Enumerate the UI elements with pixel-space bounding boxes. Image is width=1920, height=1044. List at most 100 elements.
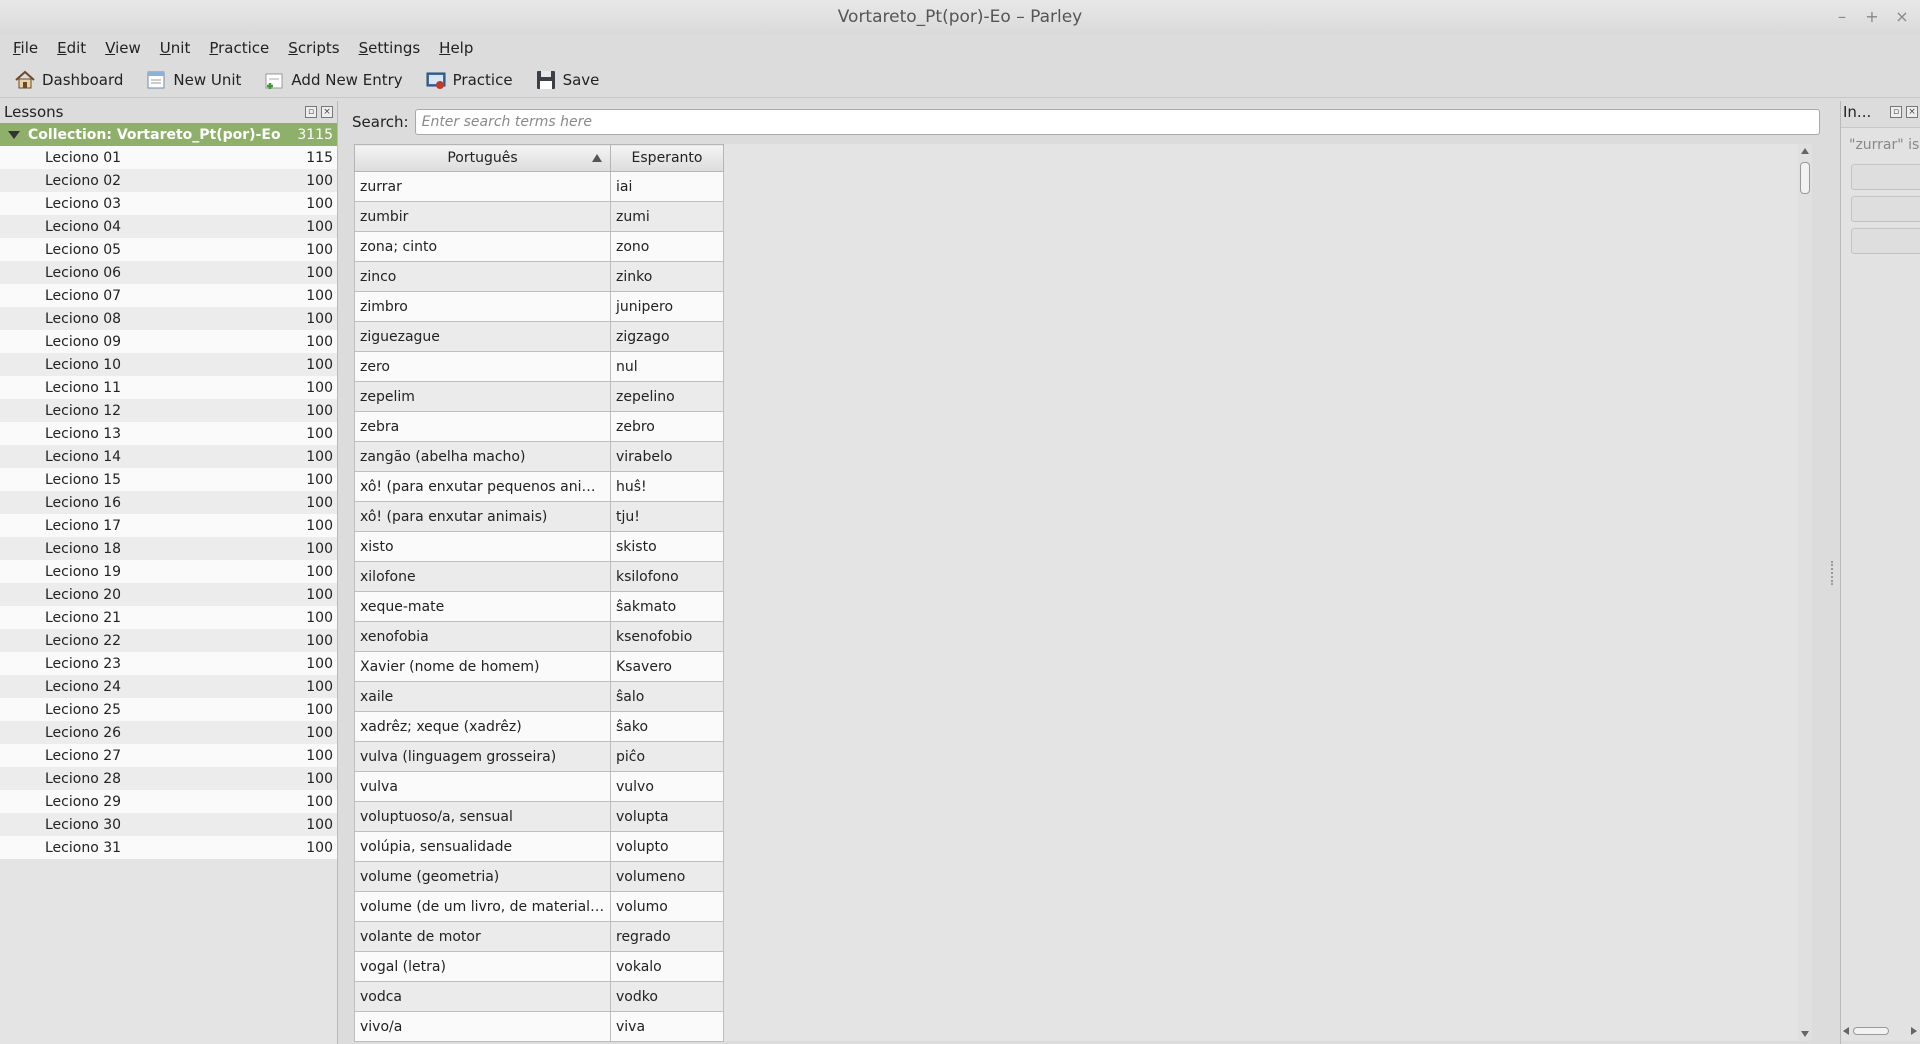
float-panel-icon[interactable]: ▫	[305, 106, 317, 118]
scroll-left-icon[interactable]	[1843, 1027, 1849, 1035]
maximize-button[interactable]: +	[1864, 0, 1880, 34]
lesson-item[interactable]: Leciono 11 100	[0, 376, 337, 399]
lesson-item[interactable]: Leciono 13 100	[0, 422, 337, 445]
esperanto-cell[interactable]: iai	[610, 171, 724, 202]
practice-button[interactable]: Practice	[419, 65, 519, 95]
portugues-cell[interactable]: volume (de um livro, de material escrito…	[354, 891, 611, 922]
lesson-item[interactable]: Leciono 28 100	[0, 767, 337, 790]
close-button[interactable]: ×	[1894, 0, 1910, 34]
esperanto-cell[interactable]: volumeno	[610, 861, 724, 892]
esperanto-cell[interactable]: vokalo	[610, 951, 724, 982]
lesson-item[interactable]: Leciono 14 100	[0, 445, 337, 468]
scrollbar-thumb[interactable]	[1853, 1027, 1889, 1035]
esperanto-cell[interactable]: zono	[610, 231, 724, 262]
portugues-cell[interactable]: volume (geometria)	[354, 861, 611, 892]
lesson-item[interactable]: Leciono 15 100	[0, 468, 337, 491]
table-row[interactable]: zinco zinko	[354, 261, 724, 292]
portugues-cell[interactable]: vulva (linguagem grosseira)	[354, 741, 611, 772]
table-row[interactable]: zimbro junipero	[354, 291, 724, 322]
info-field[interactable]	[1851, 196, 1920, 222]
portugues-cell[interactable]: zimbro	[354, 291, 611, 322]
lesson-item[interactable]: Leciono 08 100	[0, 307, 337, 330]
table-row[interactable]: xisto skisto	[354, 531, 724, 562]
esperanto-cell[interactable]: zumi	[610, 201, 724, 232]
esperanto-cell[interactable]: volupto	[610, 831, 724, 862]
esperanto-cell[interactable]: vodko	[610, 981, 724, 1012]
table-row[interactable]: volume (de um livro, de material escrito…	[354, 891, 724, 922]
lesson-item[interactable]: Leciono 26 100	[0, 721, 337, 744]
table-row[interactable]: vulva (linguagem grosseira) piĉo	[354, 741, 724, 772]
esperanto-cell[interactable]: ŝalo	[610, 681, 724, 712]
save-button[interactable]: Save	[529, 65, 606, 95]
portugues-cell[interactable]: xeque-mate	[354, 591, 611, 622]
portugues-cell[interactable]: zona; cinto	[354, 231, 611, 262]
esperanto-cell[interactable]: piĉo	[610, 741, 724, 772]
esperanto-cell[interactable]: skisto	[610, 531, 724, 562]
lesson-item[interactable]: Leciono 31 100	[0, 836, 337, 859]
table-row[interactable]: xenofobia ksenofobio	[354, 621, 724, 652]
esperanto-cell[interactable]: ŝako	[610, 711, 724, 742]
esperanto-cell[interactable]: viva	[610, 1011, 724, 1042]
lesson-item[interactable]: Leciono 07 100	[0, 284, 337, 307]
esperanto-cell[interactable]: Ksavero	[610, 651, 724, 682]
esperanto-cell[interactable]: vulvo	[610, 771, 724, 802]
esperanto-cell[interactable]: zigzago	[610, 321, 724, 352]
close-panel-icon[interactable]: ×	[1906, 106, 1918, 118]
column-header-portugues[interactable]: Português	[354, 144, 611, 172]
table-row[interactable]: zero nul	[354, 351, 724, 382]
lesson-item[interactable]: Leciono 27 100	[0, 744, 337, 767]
portugues-cell[interactable]: volúpia, sensualidade	[354, 831, 611, 862]
table-row[interactable]: zepelim zepelino	[354, 381, 724, 412]
esperanto-cell[interactable]: nul	[610, 351, 724, 382]
table-row[interactable]: volúpia, sensualidade volupto	[354, 831, 724, 862]
scroll-right-icon[interactable]	[1911, 1027, 1917, 1035]
esperanto-cell[interactable]: regrado	[610, 921, 724, 952]
lesson-item[interactable]: Leciono 18 100	[0, 537, 337, 560]
add-new-entry-button[interactable]: Add New Entry	[257, 65, 408, 95]
lesson-item[interactable]: Leciono 09 100	[0, 330, 337, 353]
portugues-cell[interactable]: Xavier (nome de homem)	[354, 651, 611, 682]
collection-row[interactable]: Collection: Vortareto_Pt(por)-Eo 3115	[0, 123, 337, 146]
minimize-button[interactable]: –	[1834, 0, 1850, 34]
lesson-item[interactable]: Leciono 20 100	[0, 583, 337, 606]
lesson-item[interactable]: Leciono 25 100	[0, 698, 337, 721]
portugues-cell[interactable]: zumbir	[354, 201, 611, 232]
menu-settings[interactable]: Settings	[352, 34, 428, 62]
portugues-cell[interactable]: xisto	[354, 531, 611, 562]
table-row[interactable]: vulva vulvo	[354, 771, 724, 802]
portugues-cell[interactable]: ziguezague	[354, 321, 611, 352]
lesson-item[interactable]: Leciono 12 100	[0, 399, 337, 422]
table-row[interactable]: xô! (para enxutar pequenos animais) huŝ!	[354, 471, 724, 502]
portugues-cell[interactable]: zinco	[354, 261, 611, 292]
esperanto-cell[interactable]: zebro	[610, 411, 724, 442]
info-field[interactable]	[1851, 228, 1920, 254]
portugues-cell[interactable]: vodca	[354, 981, 611, 1012]
scrollbar-thumb[interactable]	[1800, 162, 1810, 194]
esperanto-cell[interactable]: tju!	[610, 501, 724, 532]
table-row[interactable]: xadrêz; xeque (xadrêz) ŝako	[354, 711, 724, 742]
table-row[interactable]: ziguezague zigzago	[354, 321, 724, 352]
table-row[interactable]: xô! (para enxutar animais) tju!	[354, 501, 724, 532]
table-row[interactable]: vogal (letra) vokalo	[354, 951, 724, 982]
table-row[interactable]: volume (geometria) volumeno	[354, 861, 724, 892]
expand-arrow-icon[interactable]	[8, 130, 20, 139]
esperanto-cell[interactable]: ksilofono	[610, 561, 724, 592]
esperanto-cell[interactable]: volupta	[610, 801, 724, 832]
table-row[interactable]: zangão (abelha macho) virabelo	[354, 441, 724, 472]
esperanto-cell[interactable]: zepelino	[610, 381, 724, 412]
lesson-item[interactable]: Leciono 23 100	[0, 652, 337, 675]
esperanto-cell[interactable]: ksenofobio	[610, 621, 724, 652]
table-row[interactable]: volante de motor regrado	[354, 921, 724, 952]
table-row[interactable]: vodca vodko	[354, 981, 724, 1012]
lesson-item[interactable]: Leciono 06 100	[0, 261, 337, 284]
lesson-item[interactable]: Leciono 03 100	[0, 192, 337, 215]
portugues-cell[interactable]: vogal (letra)	[354, 951, 611, 982]
portugues-cell[interactable]: vulva	[354, 771, 611, 802]
lesson-item[interactable]: Leciono 22 100	[0, 629, 337, 652]
esperanto-cell[interactable]: junipero	[610, 291, 724, 322]
lesson-item[interactable]: Leciono 17 100	[0, 514, 337, 537]
esperanto-cell[interactable]: volumo	[610, 891, 724, 922]
portugues-cell[interactable]: xenofobia	[354, 621, 611, 652]
portugues-cell[interactable]: volante de motor	[354, 921, 611, 952]
esperanto-cell[interactable]: ŝakmato	[610, 591, 724, 622]
